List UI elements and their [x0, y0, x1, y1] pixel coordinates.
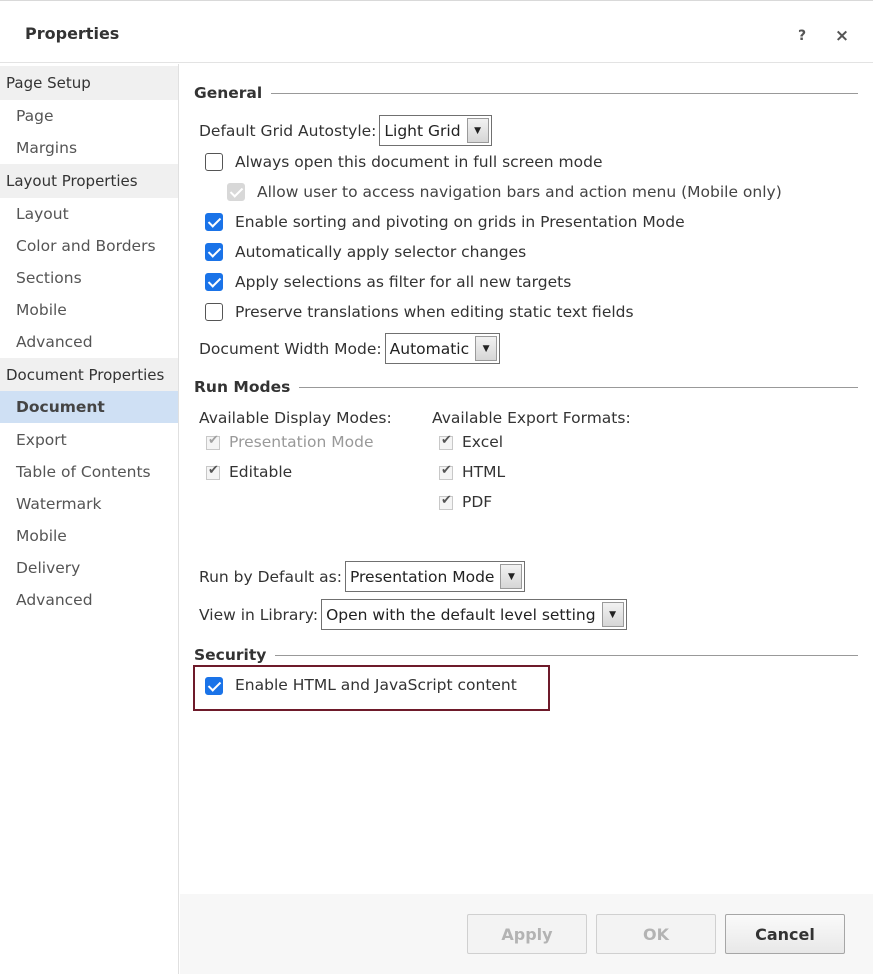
- dropdown-arrow-icon[interactable]: ▼: [601, 602, 624, 627]
- width-mode-label: Document Width Mode:: [199, 339, 382, 358]
- width-mode-value: Automatic: [389, 339, 470, 358]
- cancel-button[interactable]: Cancel: [725, 914, 845, 954]
- editable-label: Editable: [229, 463, 293, 481]
- width-mode-row: Document Width Mode: Automatic ▼: [199, 333, 501, 364]
- dropdown-arrow-icon[interactable]: ▼: [475, 336, 498, 361]
- enable-html-js-checkbox[interactable]: [205, 677, 223, 695]
- export-formats-label: Available Export Formats:: [432, 409, 631, 427]
- sidebar-group-page-setup[interactable]: Page Setup: [0, 66, 178, 100]
- properties-dialog: Properties ? × Page Setup Page Margins L…: [0, 0, 873, 974]
- close-icon[interactable]: ×: [833, 26, 851, 46]
- grid-autostyle-dropdown[interactable]: Light Grid ▼: [379, 115, 492, 146]
- sidebar-item-export[interactable]: Export: [0, 424, 178, 456]
- enable-html-js-label: Enable HTML and JavaScript content: [235, 676, 517, 694]
- pdf-label: PDF: [462, 493, 493, 511]
- library-label: View in Library:: [199, 605, 319, 624]
- section-general-title: General: [194, 84, 263, 102]
- run-default-dropdown[interactable]: Presentation Mode ▼: [344, 561, 526, 592]
- auto-selector-label: Automatically apply selector changes: [235, 243, 527, 261]
- sidebar-item-color-and-borders[interactable]: Color and Borders: [0, 230, 178, 262]
- sidebar-item-document-advanced[interactable]: Advanced: [0, 584, 178, 616]
- section-run-modes-title: Run Modes: [194, 378, 291, 396]
- apply-button[interactable]: Apply: [467, 914, 587, 954]
- excel-checkbox[interactable]: [439, 433, 453, 450]
- sidebar-item-layout-advanced[interactable]: Advanced: [0, 326, 178, 358]
- sidebar-item-margins[interactable]: Margins: [0, 132, 178, 164]
- width-mode-dropdown[interactable]: Automatic ▼: [384, 333, 501, 364]
- sidebar-group-document-properties[interactable]: Document Properties: [0, 358, 178, 392]
- section-general: General: [194, 84, 858, 102]
- mobile-nav-checkbox: [227, 183, 245, 201]
- run-default-label: Run by Default as:: [199, 567, 342, 586]
- grid-autostyle-label: Default Grid Autostyle:: [199, 121, 377, 140]
- selections-filter-label: Apply selections as filter for all new t…: [235, 273, 572, 291]
- preserve-translations-label: Preserve translations when editing stati…: [235, 303, 634, 321]
- html-checkbox[interactable]: [439, 463, 453, 480]
- section-run-modes: Run Modes: [194, 378, 858, 396]
- section-security-title: Security: [194, 646, 267, 664]
- sidebar-item-table-of-contents[interactable]: Table of Contents: [0, 456, 178, 488]
- html-label: HTML: [462, 463, 506, 481]
- sidebar-item-layout-mobile[interactable]: Mobile: [0, 294, 178, 326]
- section-divider: [275, 654, 858, 656]
- full-screen-label: Always open this document in full screen…: [235, 153, 603, 171]
- presentation-mode-label: Presentation Mode: [229, 433, 374, 451]
- dropdown-arrow-icon[interactable]: ▼: [500, 564, 523, 589]
- dropdown-arrow-icon[interactable]: ▼: [466, 118, 489, 143]
- library-dropdown[interactable]: Open with the default level setting ▼: [321, 599, 627, 630]
- sidebar-item-layout[interactable]: Layout: [0, 198, 178, 230]
- section-divider: [299, 386, 858, 388]
- sidebar-item-sections[interactable]: Sections: [0, 262, 178, 294]
- dialog-titlebar: Properties ? ×: [0, 2, 873, 63]
- sidebar-nav: Page Setup Page Margins Layout Propertie…: [0, 64, 179, 974]
- selections-filter-checkbox[interactable]: [205, 273, 223, 291]
- help-icon[interactable]: ?: [793, 26, 811, 46]
- preserve-translations-checkbox[interactable]: [205, 303, 223, 321]
- auto-selector-checkbox[interactable]: [205, 243, 223, 261]
- pdf-checkbox[interactable]: [439, 493, 453, 510]
- ok-button[interactable]: OK: [596, 914, 716, 954]
- mobile-nav-label: Allow user to access navigation bars and…: [257, 183, 782, 201]
- full-screen-checkbox[interactable]: [205, 153, 223, 171]
- run-default-value: Presentation Mode: [349, 567, 495, 586]
- presentation-mode-checkbox: [206, 433, 220, 450]
- document-properties-panel: General Default Grid Autostyle: Light Gr…: [180, 64, 873, 894]
- sidebar-item-page[interactable]: Page: [0, 100, 178, 132]
- excel-label: Excel: [462, 433, 504, 451]
- section-divider: [271, 92, 858, 94]
- library-row: View in Library: Open with the default l…: [199, 599, 627, 630]
- run-default-row: Run by Default as: Presentation Mode ▼: [199, 561, 526, 592]
- sidebar-item-document-mobile[interactable]: Mobile: [0, 520, 178, 552]
- grid-autostyle-value: Light Grid: [384, 121, 461, 140]
- dialog-title: Properties: [25, 24, 120, 43]
- grid-autostyle-row: Default Grid Autostyle: Light Grid ▼: [199, 115, 492, 146]
- sidebar-item-watermark[interactable]: Watermark: [0, 488, 178, 520]
- sidebar-group-layout-properties[interactable]: Layout Properties: [0, 164, 178, 198]
- sorting-pivoting-checkbox[interactable]: [205, 213, 223, 231]
- sidebar-item-document[interactable]: Document: [0, 391, 178, 423]
- editable-checkbox[interactable]: [206, 463, 220, 480]
- sidebar-item-delivery[interactable]: Delivery: [0, 552, 178, 584]
- library-value: Open with the default level setting: [326, 605, 596, 624]
- section-security: Security: [194, 646, 858, 664]
- sorting-pivoting-label: Enable sorting and pivoting on grids in …: [235, 213, 685, 231]
- display-modes-label: Available Display Modes:: [199, 409, 392, 427]
